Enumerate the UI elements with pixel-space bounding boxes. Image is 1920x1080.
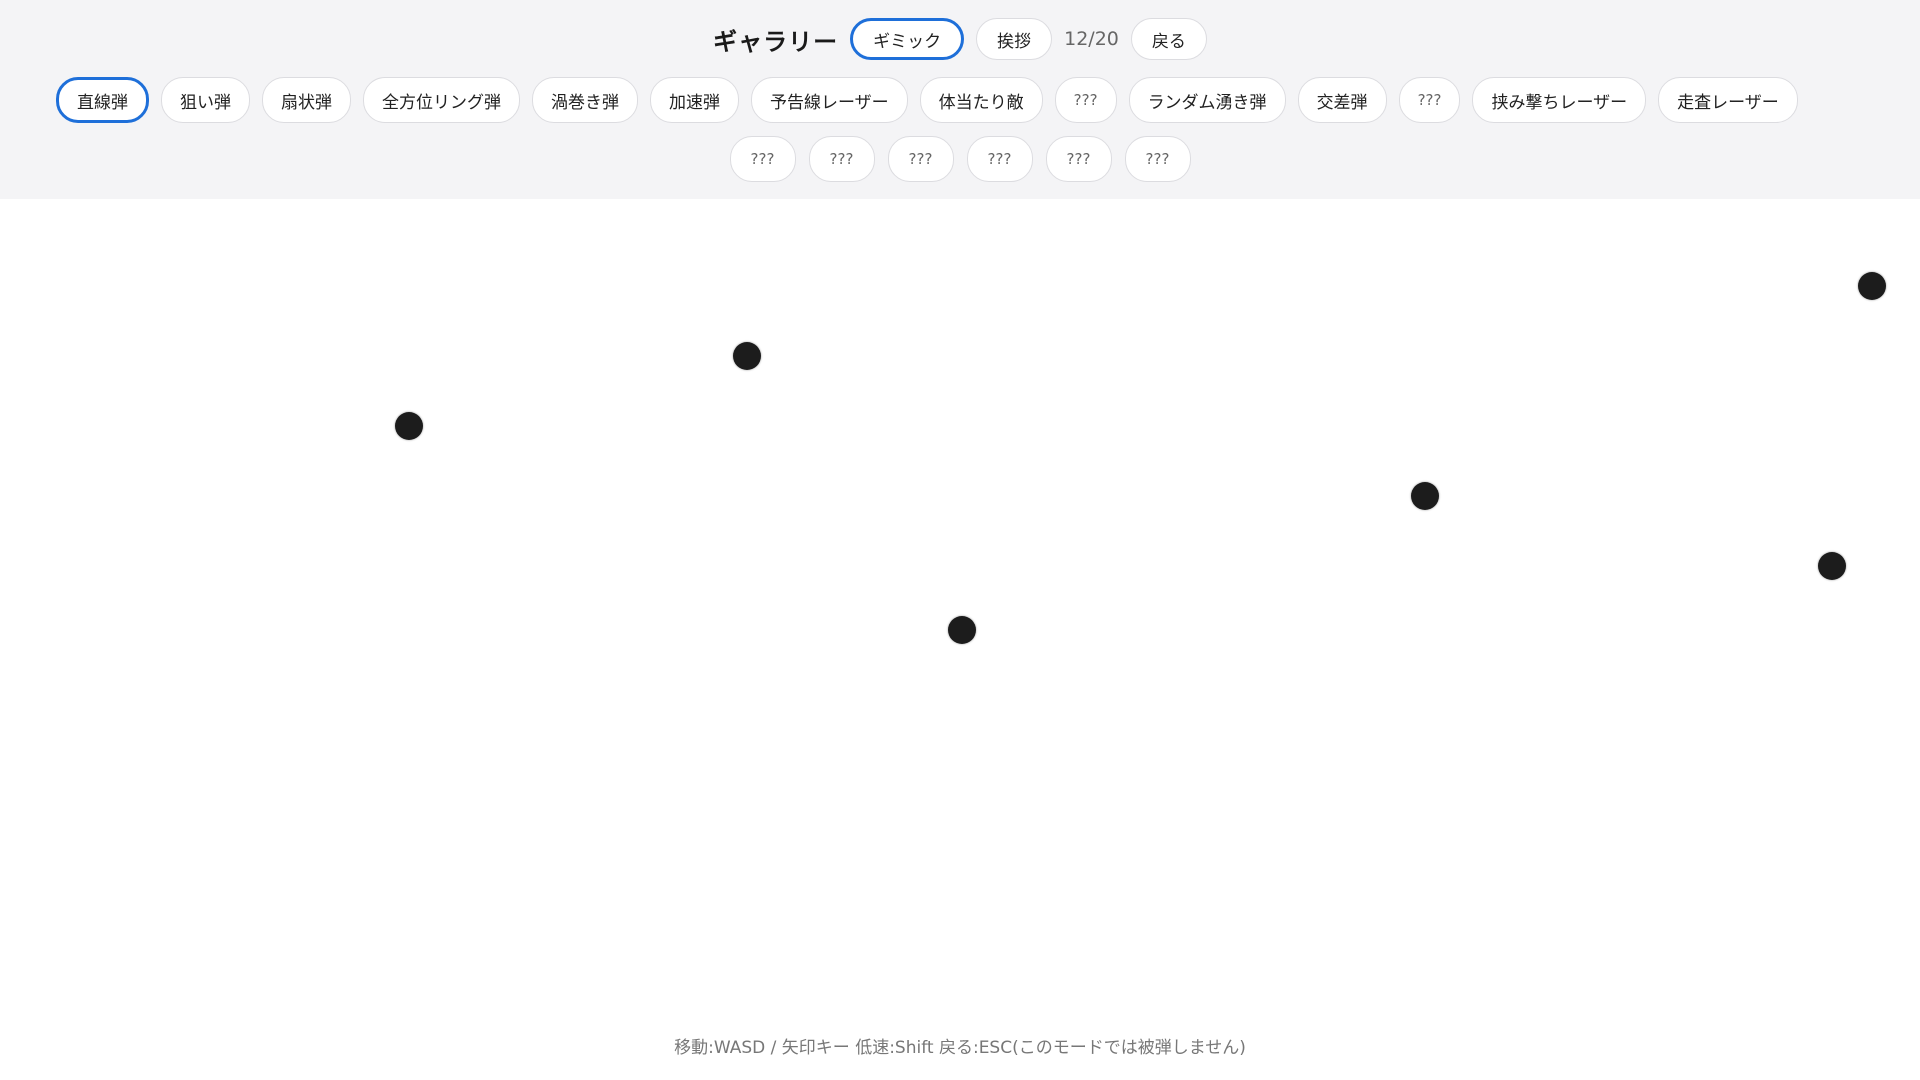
unlock-counter: 12/20 (1064, 28, 1119, 50)
category-locked[interactable]: ??? (1398, 77, 1461, 123)
category-list: 直線弾 狙い弾 扇状弾 全方位リング弾 渦巻き弾 加速弾 予告線レーザー 体当た… (56, 77, 1798, 123)
title-row: ギャラリー ギミック 挨拶 12/20 戻る (0, 18, 1920, 60)
bullet (733, 342, 761, 370)
category-locked[interactable]: ??? (808, 136, 875, 182)
category-locked[interactable]: ??? (887, 136, 954, 182)
bullet (1818, 552, 1846, 580)
bullet (948, 616, 976, 644)
category-aimed-bullet[interactable]: 狙い弾 (161, 77, 250, 123)
category-locked[interactable]: ??? (1054, 77, 1117, 123)
controls-help-text: 移動:WASD / 矢印キー 低速:Shift 戻る:ESC(このモードでは被弾… (674, 1038, 1246, 1058)
category-random-spawn[interactable]: ランダム湧き弾 (1128, 77, 1286, 123)
game-stage[interactable] (0, 199, 1920, 1080)
gallery-header: ギャラリー ギミック 挨拶 12/20 戻る 直線弾 狙い弾 扇状弾 全方位リン… (0, 0, 1920, 199)
tab-greeting[interactable]: 挨拶 (976, 18, 1053, 60)
category-fan-bullet[interactable]: 扇状弾 (262, 77, 351, 123)
page-title: ギャラリー (713, 27, 839, 56)
category-pincer-laser[interactable]: 挟み撃ちレーザー (1472, 77, 1647, 123)
bullet (395, 412, 423, 440)
category-sweep-laser[interactable]: 走査レーザー (1658, 77, 1798, 123)
category-list-row2: ??? ??? ??? ??? ??? ??? (0, 136, 1920, 182)
category-spiral-bullet[interactable]: 渦巻き弾 (532, 77, 638, 123)
bullet (1411, 482, 1439, 510)
category-ring-bullet[interactable]: 全方位リング弾 (363, 77, 520, 123)
category-cross-bullet[interactable]: 交差弾 (1297, 77, 1387, 123)
category-locked[interactable]: ??? (966, 136, 1033, 182)
back-button[interactable]: 戻る (1130, 18, 1207, 60)
category-accel-bullet[interactable]: 加速弾 (650, 77, 739, 123)
category-warning-laser[interactable]: 予告線レーザー (751, 77, 908, 123)
tab-gimmick[interactable]: ギミック (850, 18, 965, 60)
category-locked[interactable]: ??? (1045, 136, 1112, 182)
category-locked[interactable]: ??? (1124, 136, 1191, 182)
category-ramming-enemy[interactable]: 体当たり敵 (919, 77, 1043, 123)
category-straight-bullet[interactable]: 直線弾 (56, 77, 149, 123)
bullet (1858, 272, 1886, 300)
category-locked[interactable]: ??? (729, 136, 796, 182)
